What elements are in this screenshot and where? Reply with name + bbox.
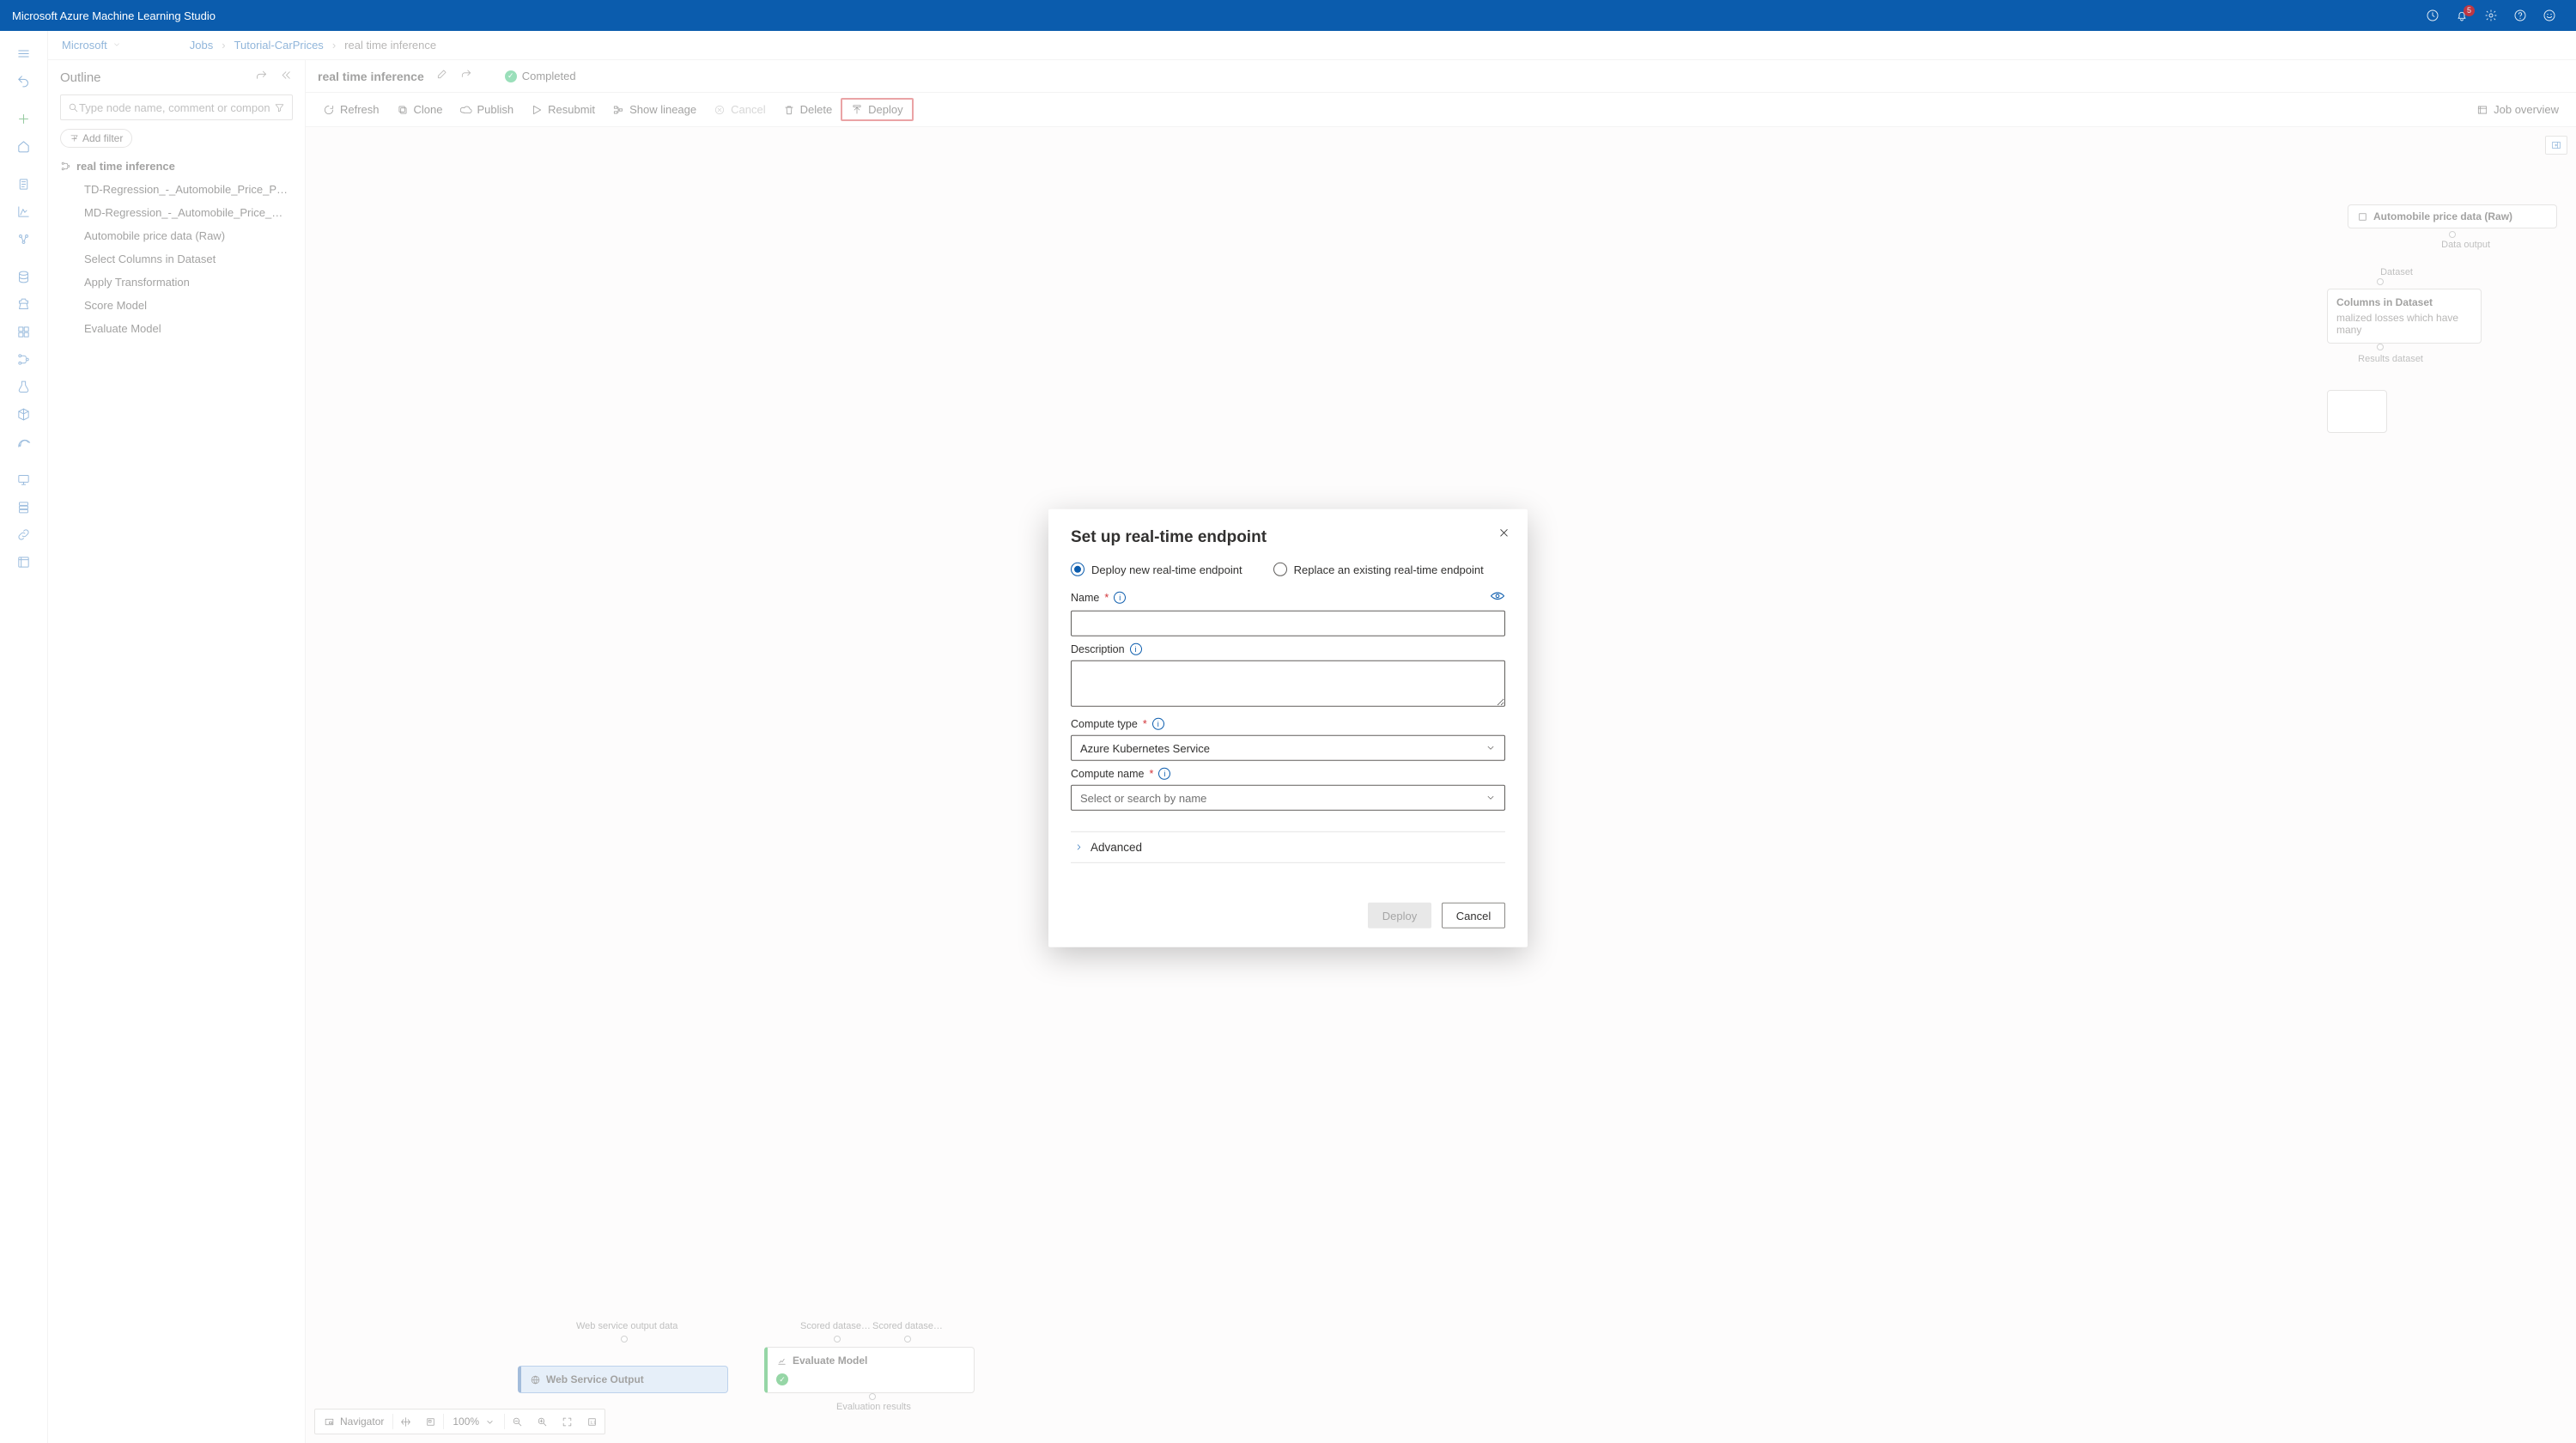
modal-overlay: Set up real-time endpoint Deploy new rea… [0, 31, 2576, 1443]
radio-icon [1071, 563, 1084, 576]
info-icon[interactable]: i [1152, 718, 1164, 730]
info-icon[interactable]: i [1130, 643, 1142, 655]
smile-icon[interactable] [2535, 9, 2564, 23]
radio-deploy-new[interactable]: Deploy new real-time endpoint [1071, 563, 1242, 576]
compute-name-label: Compute name * i [1071, 768, 1505, 780]
close-icon[interactable] [1498, 527, 1510, 544]
info-icon[interactable]: i [1114, 592, 1126, 604]
bell-icon[interactable]: 5 [2447, 9, 2476, 23]
app-title: Microsoft Azure Machine Learning Studio [12, 9, 216, 22]
radio-replace-existing[interactable]: Replace an existing real-time endpoint [1273, 563, 1484, 576]
notification-badge: 5 [2464, 5, 2475, 16]
name-input[interactable] [1071, 611, 1505, 636]
info-icon[interactable]: i [1158, 768, 1170, 780]
compute-type-select[interactable]: Azure Kubernetes Service [1071, 735, 1505, 761]
name-label: Name * i [1071, 592, 1126, 604]
gear-icon[interactable] [2476, 9, 2506, 23]
chevron-down-icon [1485, 743, 1496, 753]
chevron-down-icon [1485, 793, 1496, 803]
topbar: Microsoft Azure Machine Learning Studio … [0, 0, 2576, 31]
compute-name-select[interactable]: Select or search by name [1071, 785, 1505, 811]
radio-icon [1273, 563, 1287, 576]
help-icon[interactable] [2506, 9, 2535, 23]
advanced-section: Advanced [1071, 831, 1505, 863]
cancel-dialog-button[interactable]: Cancel [1442, 903, 1505, 929]
chevron-right-icon [1074, 843, 1084, 852]
dialog-title: Set up real-time endpoint [1071, 528, 1505, 547]
description-input[interactable] [1071, 661, 1505, 707]
advanced-toggle[interactable]: Advanced [1071, 832, 1505, 862]
clock-icon[interactable] [2418, 9, 2447, 23]
description-label: Description i [1071, 643, 1505, 655]
compute-type-label: Compute type * i [1071, 718, 1505, 730]
eye-icon[interactable] [1490, 590, 1505, 606]
deploy-submit-button: Deploy [1368, 903, 1431, 929]
deploy-dialog: Set up real-time endpoint Deploy new rea… [1048, 509, 1528, 947]
